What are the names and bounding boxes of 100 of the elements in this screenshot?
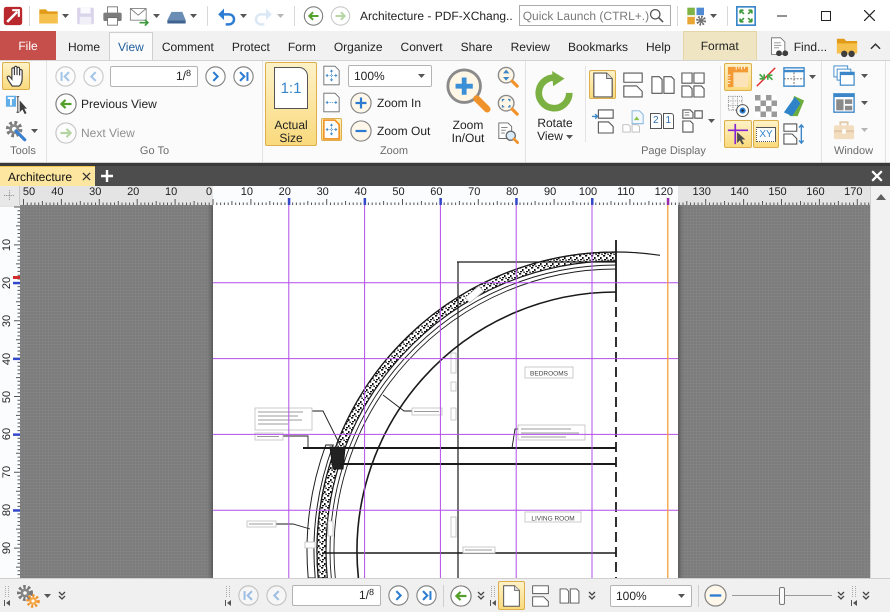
next-page-button[interactable] bbox=[387, 584, 409, 606]
checkerboard-button[interactable] bbox=[753, 92, 779, 120]
measure-line-icon bbox=[755, 66, 777, 88]
zoom-arrows-button[interactable] bbox=[495, 64, 520, 89]
next-page-button[interactable] bbox=[204, 65, 226, 87]
actual-size-button[interactable]: 1:1 Actual Size bbox=[265, 62, 317, 146]
envelope-icon bbox=[129, 6, 150, 26]
tile-windows-icon bbox=[832, 92, 856, 114]
document-binoculars-icon bbox=[768, 36, 789, 58]
fit-visible-button[interactable] bbox=[321, 118, 342, 141]
back-button[interactable] bbox=[301, 4, 326, 28]
ribbon-tab[interactable]: View bbox=[109, 32, 153, 60]
crosshair-cursor-icon bbox=[727, 123, 749, 145]
ruler-number: 70 bbox=[1, 466, 13, 478]
ruler-number: 80 bbox=[506, 186, 518, 198]
color-swatch-icon bbox=[783, 95, 805, 117]
printer-icon bbox=[102, 6, 123, 26]
faint-pages-icon bbox=[620, 108, 644, 134]
fit-page-icon bbox=[323, 65, 340, 86]
settings-button[interactable] bbox=[15, 582, 53, 608]
dotted-grid-eye-icon bbox=[727, 95, 749, 117]
search-icon bbox=[648, 8, 664, 23]
close-icon bbox=[82, 172, 92, 181]
hand-tool-button[interactable] bbox=[2, 62, 30, 90]
previous-view-button[interactable]: Previous View bbox=[54, 92, 161, 116]
ribbon-tab[interactable]: Help bbox=[637, 33, 680, 60]
last-page-button[interactable] bbox=[232, 65, 254, 87]
ruler-number: 50 bbox=[392, 186, 405, 198]
group-label: Window bbox=[834, 145, 874, 158]
continuous-page-icon bbox=[622, 72, 644, 98]
continuous-facing-button[interactable] bbox=[679, 70, 706, 99]
gear-wrench-icon bbox=[5, 120, 27, 142]
ruler-number: 130 bbox=[692, 186, 711, 198]
guide-marker[interactable] bbox=[13, 282, 20, 284]
crosshair-button[interactable] bbox=[724, 120, 752, 148]
rotate-view-button[interactable]: Rotate View bbox=[528, 62, 582, 146]
toolbox-icon bbox=[832, 118, 856, 140]
ruler-number: 40 bbox=[1, 352, 13, 365]
guide-marker[interactable] bbox=[288, 198, 290, 205]
caret-icon bbox=[277, 14, 284, 18]
ribbon-tab[interactable]: Home bbox=[59, 33, 110, 60]
page-numbers-button[interactable]: 2 1 bbox=[649, 106, 676, 135]
quick-launch-field[interactable]: Quick Launch (CTRL+.) bbox=[518, 5, 671, 26]
ruler-number: 110 bbox=[617, 186, 635, 198]
guide-marker[interactable] bbox=[13, 433, 20, 436]
ribbon-tab[interactable]: Comment bbox=[152, 33, 223, 60]
vertical-scrollbar[interactable] bbox=[870, 186, 890, 578]
caret-icon bbox=[566, 134, 573, 139]
fit-page-button[interactable] bbox=[321, 64, 342, 87]
caret-icon bbox=[240, 14, 247, 18]
zoom-in-out-button[interactable]: Zoom In/Out bbox=[442, 62, 494, 146]
ribbon-tab[interactable]: Format bbox=[682, 31, 757, 60]
single-page-button[interactable] bbox=[498, 581, 525, 610]
ribbon-tab[interactable]: Organize bbox=[324, 33, 392, 60]
single-page-button[interactable] bbox=[589, 70, 616, 99]
scroll-up-icon bbox=[876, 194, 886, 200]
last-page-button[interactable] bbox=[415, 584, 437, 606]
guide-marker[interactable] bbox=[439, 198, 442, 205]
ribbon-tab[interactable]: Bookmarks bbox=[558, 33, 637, 60]
guide-marker[interactable] bbox=[13, 509, 20, 512]
caret-icon bbox=[708, 118, 715, 122]
guide-marker[interactable] bbox=[591, 198, 594, 205]
ruler-number: 30 bbox=[89, 186, 102, 198]
zoom-out-button[interactable]: Zoom Out bbox=[348, 119, 434, 143]
last-page-icon bbox=[416, 585, 436, 606]
ribbon-tab[interactable]: Form bbox=[278, 33, 325, 60]
ribbon-tab[interactable]: Review bbox=[502, 33, 559, 60]
page-number-field[interactable]: 1/$^{8}$ bbox=[292, 585, 381, 606]
continuous-facing-icon bbox=[680, 72, 704, 98]
zoom-level-field[interactable]: 100% bbox=[610, 584, 692, 606]
coordinates-button[interactable]: XY bbox=[753, 120, 779, 148]
zoom-level-field[interactable]: 100% bbox=[348, 65, 432, 87]
page-arrow-icon bbox=[590, 108, 614, 134]
ribbon-tab[interactable]: Share bbox=[452, 33, 502, 60]
ruler-number: 90 bbox=[544, 186, 556, 198]
caret-icon bbox=[861, 100, 868, 104]
zoom-frame-button[interactable] bbox=[495, 92, 520, 117]
ruler-number: 50 bbox=[22, 186, 36, 198]
ribbon-tab[interactable]: Convert bbox=[392, 33, 452, 60]
previous-page-icon bbox=[82, 66, 104, 86]
ruler-number: 40 bbox=[51, 186, 64, 198]
fullscreen-button[interactable] bbox=[734, 4, 758, 28]
find-button[interactable]: Find... bbox=[766, 33, 830, 60]
slider-thumb[interactable] bbox=[779, 586, 785, 604]
guide-marker[interactable] bbox=[515, 198, 518, 205]
caret-icon bbox=[861, 128, 868, 132]
guide-marker[interactable] bbox=[13, 358, 20, 360]
caret-icon bbox=[153, 14, 160, 18]
file-tab[interactable]: File bbox=[0, 31, 56, 60]
ribbon-tab[interactable]: Protect bbox=[222, 33, 279, 60]
fit-width-button[interactable] bbox=[321, 91, 342, 114]
page-number-field[interactable]: 1/$^{8}$ bbox=[110, 66, 198, 86]
document-tab[interactable]: Architecture bbox=[0, 166, 96, 186]
magnifier-frame-icon bbox=[496, 94, 518, 116]
ruler-number: 80 bbox=[1, 504, 13, 516]
zoom-in-button[interactable]: Zoom In bbox=[348, 91, 424, 115]
toolbar-grip-icon bbox=[490, 586, 496, 606]
guide-marker[interactable] bbox=[364, 198, 366, 205]
back-button[interactable] bbox=[450, 584, 472, 606]
zoom-out-button[interactable] bbox=[703, 583, 728, 608]
